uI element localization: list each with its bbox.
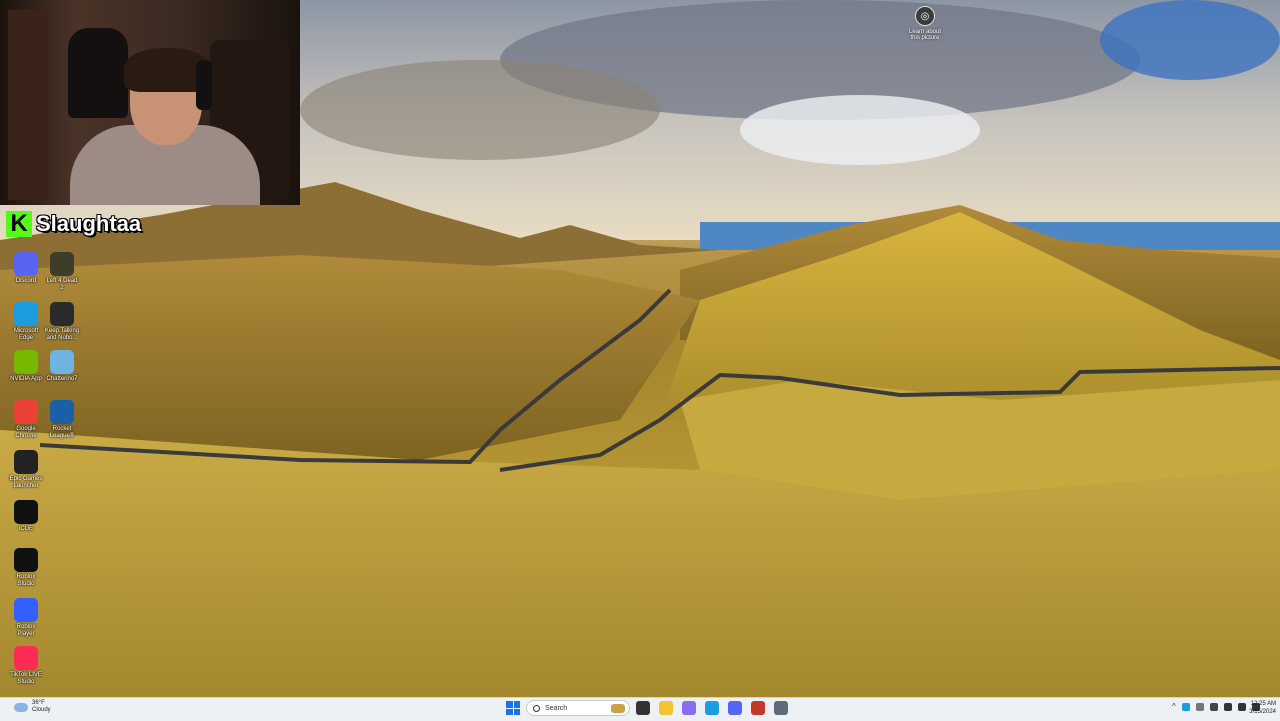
desktop-icon[interactable]: Left 4 Dead 2 (44, 252, 80, 292)
streamer-name: Slaughtaa (36, 211, 142, 236)
desktop-icon-label: Microsoft Edge (13, 328, 39, 341)
webcam-overlay (0, 0, 300, 205)
desktop-icon-label: Chatterino7 (46, 376, 78, 382)
streamer-name-overlay: K Slaughtaa (6, 207, 141, 241)
copilot-icon[interactable] (682, 701, 696, 715)
pinned-apps (636, 701, 788, 715)
desktop-icon[interactable]: Rocket League® (44, 400, 80, 440)
desktop-icon[interactable]: iCUE (8, 500, 44, 533)
search-icon (533, 704, 540, 712)
search-placeholder: Search (545, 704, 568, 712)
clock[interactable]: 12:25 AM 3/15/2024 (1246, 700, 1276, 716)
bomb-icon (50, 302, 74, 326)
desktop-icon-label: iCUE (18, 526, 33, 532)
clock-time: 12:25 AM (1250, 701, 1276, 707)
desktop-icon[interactable]: TikTok LIVE Studio (8, 646, 44, 686)
obs-icon[interactable] (751, 701, 765, 715)
search-highlight-icon (611, 703, 625, 713)
desktop-icon-label: Roblox Player (16, 624, 36, 637)
desktop-icon[interactable]: Roblox Player (8, 598, 44, 638)
desktop-icon-label: Roblox Studio (16, 574, 36, 587)
learn-about-picture[interactable]: ◎ Learn about this picture (906, 6, 944, 41)
discord-icon (14, 252, 38, 276)
wifi-icon[interactable] (1223, 702, 1232, 711)
chevron-up-icon[interactable]: ^ (1172, 702, 1176, 711)
taskbar-center: Search (506, 700, 788, 716)
tray-app-icon[interactable] (1195, 702, 1204, 711)
tiktok-icon (14, 646, 38, 670)
epic-icon (14, 450, 38, 474)
taskbar: 36°F Cloudy Search ^ 12:25 AM 3/15/2024 (0, 697, 1280, 721)
start-button[interactable] (506, 701, 520, 715)
chrome-icon (14, 400, 38, 424)
desktop-icon-label: Google Chrome (15, 426, 37, 439)
desktop-icon-label: NVIDIA App (10, 376, 42, 382)
file-explorer-icon[interactable] (659, 701, 673, 715)
webcam-door (8, 10, 48, 200)
webcam-coat (68, 28, 128, 118)
search-box[interactable]: Search (526, 700, 630, 716)
desktop-icon[interactable]: Discord (8, 252, 44, 285)
weather-widget[interactable]: 36°F Cloudy (14, 700, 51, 714)
edge-taskbar-icon[interactable] (705, 701, 719, 715)
desktop-icon[interactable]: Google Chrome (8, 400, 44, 440)
desktop-icon-label: Rocket League® (49, 426, 75, 439)
desktop-icon[interactable]: Epic Games Launcher (8, 450, 44, 490)
learn-about-picture-label: Learn about this picture (908, 29, 942, 41)
camera-icon: ◎ (915, 6, 935, 26)
game-icon (50, 252, 74, 276)
desktop-icon[interactable]: Chatterino7 (44, 350, 80, 383)
clock-date: 3/15/2024 (1249, 709, 1276, 715)
desktop-icon-label: Keep Talking and Nobo... (44, 328, 80, 341)
roblox-player-icon (14, 598, 38, 622)
desktop-icon-label: TikTok LIVE Studio (10, 672, 42, 685)
cloud-icon (14, 702, 28, 712)
weather-temp: 36°F (32, 700, 45, 706)
desktop-icon[interactable]: Roblox Studio (8, 548, 44, 588)
desktop-icon[interactable]: Microsoft Edge (8, 302, 44, 342)
desktop-icon[interactable]: Keep Talking and Nobo... (44, 302, 80, 342)
microphone-icon[interactable] (1209, 702, 1218, 711)
kick-logo-icon: K (6, 211, 32, 237)
settings-icon[interactable] (774, 701, 788, 715)
icue-icon (14, 500, 38, 524)
tray-app-icon[interactable] (1181, 702, 1190, 711)
desktop-icon-label: Discord (15, 278, 37, 284)
desktop-icon-label: Epic Games Launcher (9, 476, 43, 489)
rocket-league-icon (50, 400, 74, 424)
roblox-studio-icon (14, 548, 38, 572)
discord-taskbar-icon[interactable] (728, 701, 742, 715)
desktop-icon-label: Left 4 Dead 2 (46, 278, 78, 291)
task-view-icon[interactable] (636, 701, 650, 715)
webcam-headset (196, 60, 212, 110)
edge-icon (14, 302, 38, 326)
weather-condition: Cloudy (32, 707, 51, 713)
desktop-icon[interactable]: NVIDIA App (8, 350, 44, 383)
volume-icon[interactable] (1237, 702, 1246, 711)
chat-icon (50, 350, 74, 374)
nvidia-icon (14, 350, 38, 374)
